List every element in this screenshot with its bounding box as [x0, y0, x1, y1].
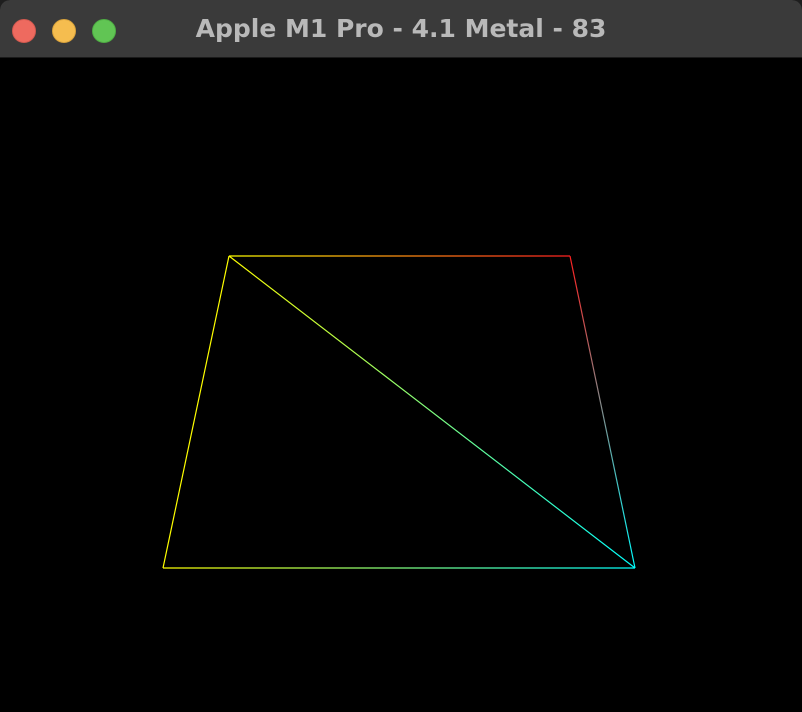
edge-diagonal: [228, 255, 636, 569]
render-viewport: [0, 58, 802, 712]
window-title: Apple M1 Pro - 4.1 Metal - 83: [195, 14, 607, 43]
edge-right: [569, 255, 636, 569]
title-bar[interactable]: Apple M1 Pro - 4.1 Metal - 83: [0, 0, 802, 58]
wireframe-canvas: [162, 255, 636, 569]
app-window: Apple M1 Pro - 4.1 Metal - 83: [0, 0, 802, 712]
edge-left: [162, 255, 230, 569]
